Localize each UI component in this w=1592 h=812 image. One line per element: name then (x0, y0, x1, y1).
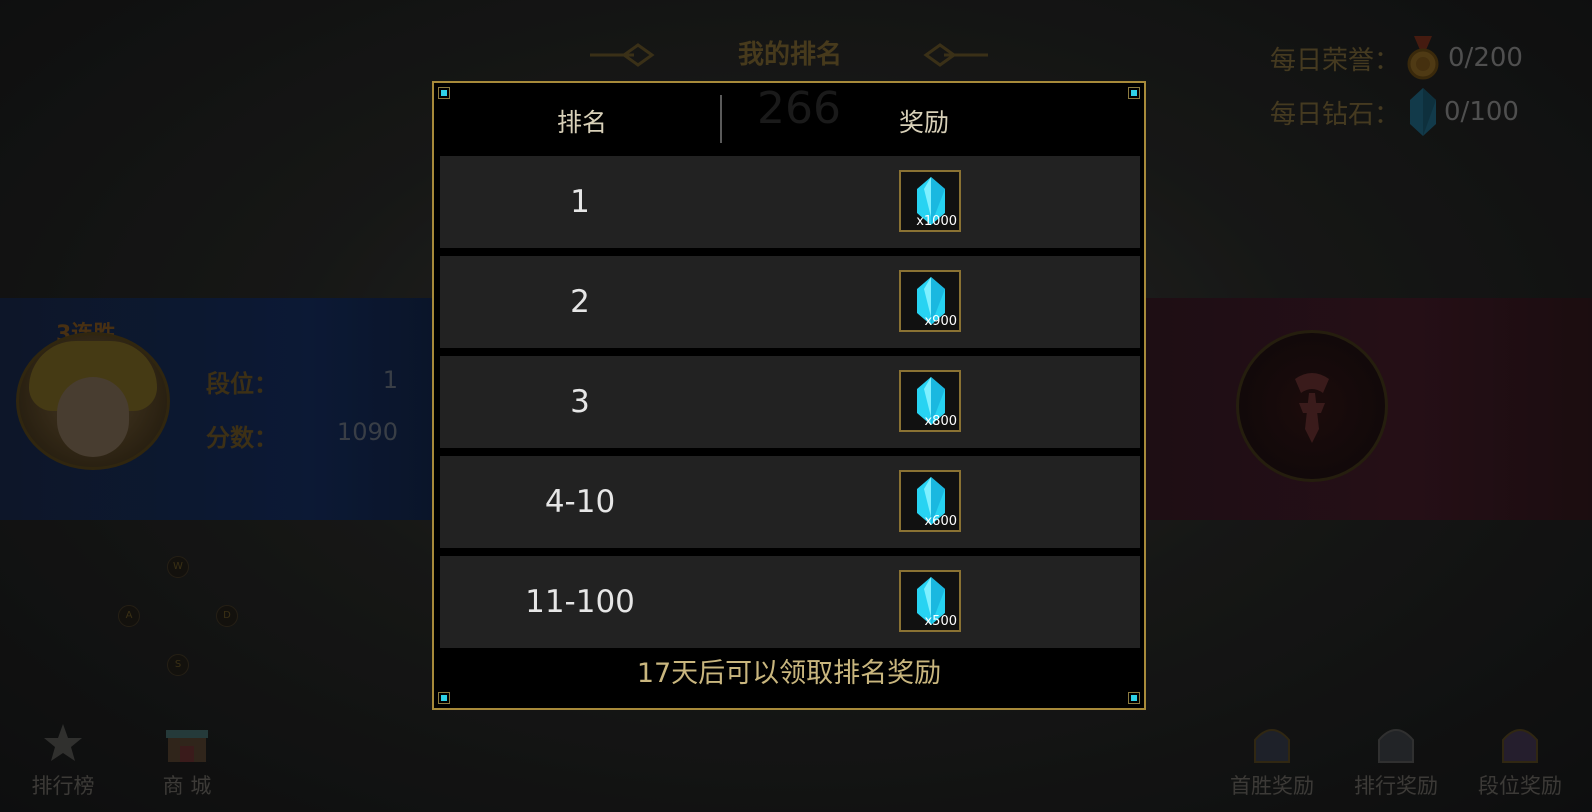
header-divider (720, 95, 722, 143)
reward-item[interactable]: x600 (899, 470, 961, 532)
reward-row: 1 x1000 (440, 156, 1140, 248)
reward-quantity: x800 (924, 414, 957, 429)
corner-gem-icon (1128, 692, 1140, 704)
reward-row: 11-100 x500 (440, 556, 1140, 648)
reward-quantity: x600 (924, 514, 957, 529)
reward-quantity: x500 (924, 614, 957, 629)
row-rank: 2 (570, 284, 590, 320)
reward-item[interactable]: x1000 (899, 170, 961, 232)
header-reward: 奖励 (898, 108, 949, 137)
row-rank: 4-10 (544, 484, 616, 520)
ghost-rank-number: 266 (757, 83, 841, 134)
row-rank: 11-100 (525, 584, 635, 620)
reward-quantity: x1000 (916, 214, 957, 229)
ranking-reward-dialog: 266 排名 奖励 1 x1000 2 x900 3 x800 4-10 x60… (432, 81, 1146, 710)
reward-item[interactable]: x900 (899, 270, 961, 332)
row-rank: 3 (570, 384, 590, 420)
corner-gem-icon (438, 692, 450, 704)
table-header: 266 排名 奖励 (434, 83, 1144, 157)
row-rank: 1 (570, 184, 590, 220)
reward-row: 4-10 x600 (440, 456, 1140, 548)
reward-item[interactable]: x800 (899, 370, 961, 432)
reward-row: 3 x800 (440, 356, 1140, 448)
reward-row: 2 x900 (440, 256, 1140, 348)
reward-item[interactable]: x500 (899, 570, 961, 632)
header-rank: 排名 (556, 108, 607, 137)
claim-countdown-note: 17天后可以领取排名奖励 (636, 658, 942, 689)
reward-quantity: x900 (924, 314, 957, 329)
